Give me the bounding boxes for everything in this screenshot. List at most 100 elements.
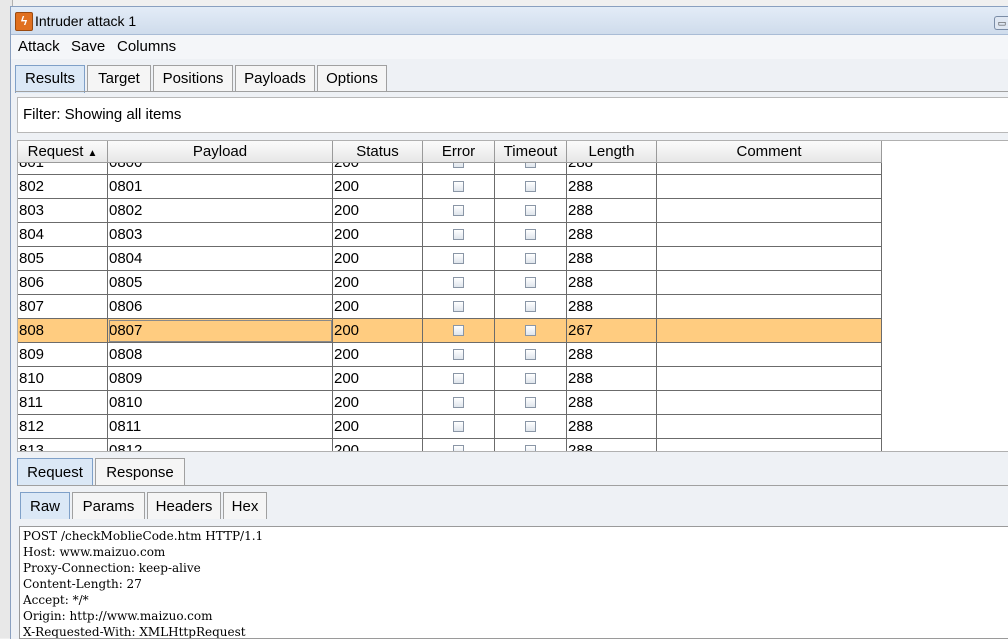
table-row[interactable]: 803 0802 200 288	[18, 199, 882, 223]
sort-ascending-icon: ▲	[87, 148, 98, 159]
cell-timeout	[495, 391, 567, 415]
tab-request[interactable]: Request	[17, 458, 93, 485]
detail-pane: Request Response Raw Params Headers Hex …	[15, 458, 1008, 639]
timeout-checkbox[interactable]	[525, 277, 536, 288]
cell-error	[423, 223, 495, 247]
table-row[interactable]: 8010800200 288	[18, 163, 882, 175]
timeout-checkbox[interactable]	[525, 325, 536, 336]
tab-response[interactable]: Response	[95, 458, 185, 485]
cell-error	[423, 319, 495, 343]
error-checkbox[interactable]	[453, 325, 464, 336]
tab-positions[interactable]: Positions	[153, 65, 233, 91]
raw-line: Origin: http://www.maizuo.com	[23, 609, 213, 623]
timeout-checkbox[interactable]	[525, 349, 536, 360]
error-checkbox[interactable]	[453, 163, 464, 168]
table-row[interactable]: 811 0810 200 288	[18, 391, 882, 415]
table-header: Request ▲ Payload Status Error Timeout Le…	[18, 141, 882, 163]
tab-hex[interactable]: Hex	[223, 492, 267, 519]
timeout-checkbox[interactable]	[525, 229, 536, 240]
raw-request-editor[interactable]: POST /checkMoblieCode.htm HTTP/1.1 Host:…	[19, 526, 1008, 639]
tab-raw[interactable]: Raw	[20, 492, 70, 519]
table-body: 8010800200288802080120028880308022002888…	[18, 163, 882, 451]
menu-attack[interactable]: Attack	[18, 38, 60, 55]
timeout-checkbox[interactable]	[525, 301, 536, 312]
menu-columns[interactable]: Columns	[117, 38, 176, 55]
title-bar[interactable]: ϟ Intruder attack 1 ▭	[11, 7, 1008, 35]
results-table: Request ▲ Payload Status Error Timeout Le…	[17, 140, 1008, 452]
window-restore-icon[interactable]: ▭	[994, 16, 1008, 30]
table-row[interactable]: 807 0806 200 288	[18, 295, 882, 319]
cell-timeout	[495, 415, 567, 439]
table-row[interactable]: 812 0811 200 288	[18, 415, 882, 439]
column-header-error[interactable]: Error	[423, 141, 495, 163]
column-header-timeout[interactable]: Timeout	[495, 141, 567, 163]
timeout-checkbox[interactable]	[525, 181, 536, 192]
timeout-checkbox[interactable]	[525, 445, 536, 451]
table-row[interactable]: 808 0807 200 267	[18, 319, 882, 343]
table-row[interactable]: 804 0803 200 288	[18, 223, 882, 247]
cell-status: 200	[333, 439, 423, 451]
table-row[interactable]: 805 0804 200 288	[18, 247, 882, 271]
cell-error	[423, 343, 495, 367]
cell-payload: 0811	[108, 415, 333, 439]
column-header-request[interactable]: Request ▲	[18, 141, 108, 163]
error-checkbox[interactable]	[453, 277, 464, 288]
error-checkbox[interactable]	[453, 349, 464, 360]
tab-payloads[interactable]: Payloads	[235, 65, 315, 91]
cell-comment	[657, 271, 882, 295]
cell-comment	[657, 391, 882, 415]
timeout-checkbox[interactable]	[525, 421, 536, 432]
cell-status: 200	[333, 295, 423, 319]
error-checkbox[interactable]	[453, 445, 464, 451]
error-checkbox[interactable]	[453, 373, 464, 384]
timeout-checkbox[interactable]	[525, 205, 536, 216]
error-checkbox[interactable]	[453, 253, 464, 264]
tab-headers[interactable]: Headers	[147, 492, 221, 519]
cell-length: 288	[567, 223, 657, 247]
table-row[interactable]: 806 0805 200 288	[18, 271, 882, 295]
cell-status: 200	[333, 319, 423, 343]
cell-timeout	[495, 439, 567, 451]
column-header-status[interactable]: Status	[333, 141, 423, 163]
filter-bar[interactable]: Filter: Showing all items	[17, 97, 1008, 133]
cell-error	[423, 439, 495, 451]
timeout-checkbox[interactable]	[525, 163, 536, 168]
error-checkbox[interactable]	[453, 421, 464, 432]
table-row[interactable]: 809 0808 200 288	[18, 343, 882, 367]
cell-payload: 0802	[108, 199, 333, 223]
cell-length: 288	[567, 175, 657, 199]
cell-comment	[657, 439, 882, 451]
column-header-payload[interactable]: Payload	[108, 141, 333, 163]
raw-line: Content-Length: 27	[23, 577, 142, 591]
raw-line: Proxy-Connection: keep-alive	[23, 561, 201, 575]
timeout-checkbox[interactable]	[525, 373, 536, 384]
cell-payload: 0810	[108, 391, 333, 415]
cell-status: 200	[333, 271, 423, 295]
error-checkbox[interactable]	[453, 205, 464, 216]
tab-params[interactable]: Params	[72, 492, 145, 519]
cell-request: 802	[18, 175, 108, 199]
cell-length: 288	[567, 247, 657, 271]
error-checkbox[interactable]	[453, 229, 464, 240]
cell-comment	[657, 367, 882, 391]
cell-timeout	[495, 367, 567, 391]
table-row[interactable]: 810 0809 200 288	[18, 367, 882, 391]
tab-target[interactable]: Target	[87, 65, 151, 91]
cell-request: 807	[18, 295, 108, 319]
error-checkbox[interactable]	[453, 301, 464, 312]
tab-options[interactable]: Options	[317, 65, 387, 91]
cell-status: 200	[333, 223, 423, 247]
timeout-checkbox[interactable]	[525, 397, 536, 408]
menu-save[interactable]: Save	[71, 38, 105, 55]
table-row[interactable]: 802 0801 200 288	[18, 175, 882, 199]
error-checkbox[interactable]	[453, 181, 464, 192]
error-checkbox[interactable]	[453, 397, 464, 408]
cell-request: 808	[18, 319, 108, 343]
column-header-comment[interactable]: Comment	[657, 141, 882, 163]
column-header-length[interactable]: Length	[567, 141, 657, 163]
tab-results[interactable]: Results	[15, 65, 85, 93]
timeout-checkbox[interactable]	[525, 253, 536, 264]
cell-comment	[657, 295, 882, 319]
cell-error	[423, 163, 495, 175]
table-row[interactable]: 813 0812 200 288	[18, 439, 882, 451]
